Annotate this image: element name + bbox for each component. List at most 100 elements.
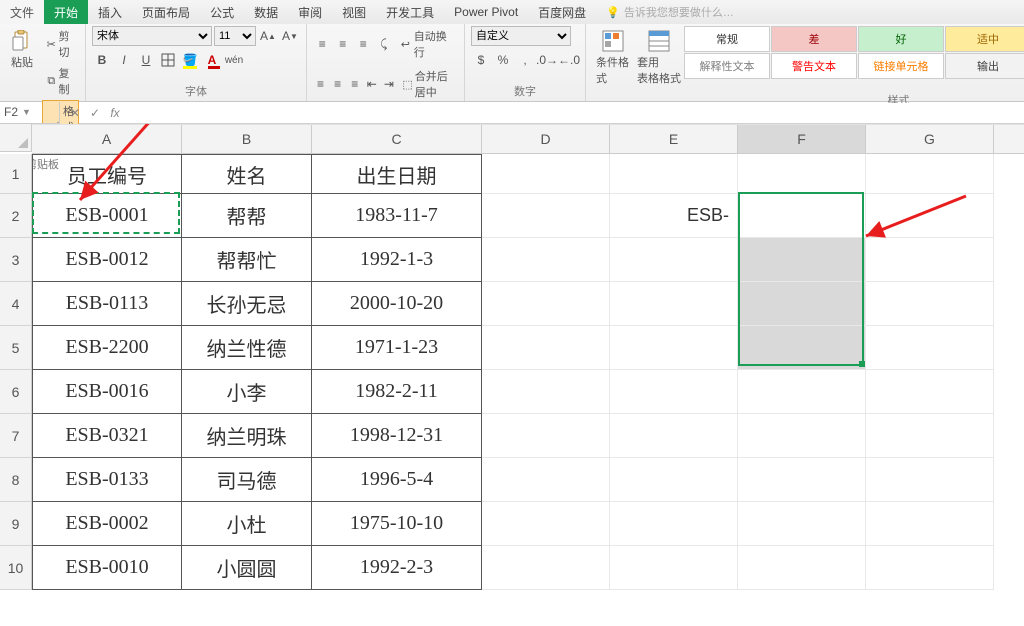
- cell-D9[interactable]: [482, 502, 610, 546]
- cell-E9[interactable]: [610, 502, 738, 546]
- cut-button[interactable]: ✂剪切: [42, 26, 79, 62]
- cell-F9[interactable]: [738, 502, 866, 546]
- number-format-select[interactable]: 自定义: [471, 26, 571, 46]
- cell-G5[interactable]: [866, 326, 994, 370]
- cell-C7[interactable]: 1998-12-31: [312, 414, 482, 458]
- cell-A2[interactable]: ESB-0001: [32, 194, 182, 238]
- row-header-6[interactable]: 6: [0, 370, 32, 414]
- tab-页面布局[interactable]: 页面布局: [132, 0, 200, 24]
- column-header-D[interactable]: D: [482, 125, 610, 153]
- cell-B3[interactable]: 帮帮忙: [182, 238, 312, 282]
- cell-F4[interactable]: [738, 282, 866, 326]
- cell-G3[interactable]: [866, 238, 994, 282]
- increase-font-button[interactable]: A▲: [258, 26, 278, 46]
- cell-G4[interactable]: [866, 282, 994, 326]
- cell-E7[interactable]: [610, 414, 738, 458]
- cell-styles-gallery[interactable]: 常规差好适中计算检查单元格解释性文本警告文本链接单元格输出: [684, 26, 1024, 79]
- orientation-button[interactable]: ⤹: [375, 34, 394, 54]
- inc-decimal-button[interactable]: .0→: [537, 50, 557, 70]
- cell-C2[interactable]: 1983-11-7: [312, 194, 482, 238]
- column-header-A[interactable]: A: [32, 125, 182, 153]
- column-header-E[interactable]: E: [610, 125, 738, 153]
- indent-dec-button[interactable]: ⇤: [364, 74, 379, 94]
- row-header-5[interactable]: 5: [0, 326, 32, 370]
- cell-F5[interactable]: [738, 326, 866, 370]
- cell-C9[interactable]: 1975-10-10: [312, 502, 482, 546]
- phonetic-button[interactable]: wén: [224, 50, 244, 70]
- name-box[interactable]: F2 ▼: [0, 102, 60, 124]
- row-header-1[interactable]: 1: [0, 154, 32, 194]
- tab-公式[interactable]: 公式: [200, 0, 244, 24]
- cell-E4[interactable]: [610, 282, 738, 326]
- cell-B2[interactable]: 帮帮: [182, 194, 312, 238]
- cell-G8[interactable]: [866, 458, 994, 502]
- cell-E2[interactable]: ESB-: [610, 194, 738, 238]
- font-size-select[interactable]: 11: [214, 26, 256, 46]
- cell-E10[interactable]: [610, 546, 738, 590]
- column-header-C[interactable]: C: [312, 125, 482, 153]
- cell-A6[interactable]: ESB-0016: [32, 370, 182, 414]
- cell-D2[interactable]: [482, 194, 610, 238]
- cell-E6[interactable]: [610, 370, 738, 414]
- style-cell[interactable]: 输出: [945, 53, 1024, 79]
- cell-F7[interactable]: [738, 414, 866, 458]
- style-cell[interactable]: 解释性文本: [684, 53, 770, 79]
- align-top-button[interactable]: ≡: [313, 34, 332, 54]
- bold-button[interactable]: B: [92, 50, 112, 70]
- cell-C10[interactable]: 1992-2-3: [312, 546, 482, 590]
- italic-button[interactable]: I: [114, 50, 134, 70]
- underline-button[interactable]: U: [136, 50, 156, 70]
- cell-F2[interactable]: [738, 194, 866, 238]
- row-header-2[interactable]: 2: [0, 194, 32, 238]
- cell-B1[interactable]: 姓名: [182, 154, 312, 194]
- tab-开始[interactable]: 开始: [44, 0, 88, 24]
- tell-me[interactable]: 💡 告诉我您想要做什么…: [596, 0, 744, 24]
- cell-B5[interactable]: 纳兰性德: [182, 326, 312, 370]
- cancel-formula-button[interactable]: ✕: [66, 106, 84, 120]
- copy-button[interactable]: ⧉复制: [42, 63, 79, 99]
- align-center-button[interactable]: ≡: [330, 74, 345, 94]
- cell-B4[interactable]: 长孙无忌: [182, 282, 312, 326]
- cell-F3[interactable]: [738, 238, 866, 282]
- cell-D7[interactable]: [482, 414, 610, 458]
- cell-D3[interactable]: [482, 238, 610, 282]
- row-header-4[interactable]: 4: [0, 282, 32, 326]
- formula-input[interactable]: [130, 103, 1024, 123]
- cell-E3[interactable]: [610, 238, 738, 282]
- cell-G1[interactable]: [866, 154, 994, 194]
- cell-C3[interactable]: 1992-1-3: [312, 238, 482, 282]
- cell-E1[interactable]: [610, 154, 738, 194]
- cell-C6[interactable]: 1982-2-11: [312, 370, 482, 414]
- row-header-10[interactable]: 10: [0, 546, 32, 590]
- style-cell[interactable]: 好: [858, 26, 944, 52]
- cell-A1[interactable]: 员工编号: [32, 154, 182, 194]
- tab-数据[interactable]: 数据: [244, 0, 288, 24]
- cell-G10[interactable]: [866, 546, 994, 590]
- font-color-button[interactable]: A: [202, 50, 222, 70]
- dec-decimal-button[interactable]: ←.0: [559, 50, 579, 70]
- cell-D1[interactable]: [482, 154, 610, 194]
- cell-F8[interactable]: [738, 458, 866, 502]
- cell-B9[interactable]: 小杜: [182, 502, 312, 546]
- cell-G7[interactable]: [866, 414, 994, 458]
- font-name-select[interactable]: 宋体: [92, 26, 212, 46]
- wrap-text-button[interactable]: ↩自动换行: [395, 26, 458, 62]
- indent-inc-button[interactable]: ⇥: [381, 74, 396, 94]
- column-headers[interactable]: ABCDEFG: [32, 124, 1024, 154]
- cell-A9[interactable]: ESB-0002: [32, 502, 182, 546]
- cell-C5[interactable]: 1971-1-23: [312, 326, 482, 370]
- cell-D8[interactable]: [482, 458, 610, 502]
- cell-C4[interactable]: 2000-10-20: [312, 282, 482, 326]
- style-cell[interactable]: 警告文本: [771, 53, 857, 79]
- row-header-7[interactable]: 7: [0, 414, 32, 458]
- align-bottom-button[interactable]: ≡: [354, 34, 373, 54]
- style-cell[interactable]: 适中: [945, 26, 1024, 52]
- accounting-button[interactable]: $: [471, 50, 491, 70]
- cell-B10[interactable]: 小圆圆: [182, 546, 312, 590]
- merge-center-button[interactable]: ⬚合并后居中: [398, 66, 458, 102]
- align-right-button[interactable]: ≡: [347, 74, 362, 94]
- cell-E8[interactable]: [610, 458, 738, 502]
- cell-E5[interactable]: [610, 326, 738, 370]
- cell-B6[interactable]: 小李: [182, 370, 312, 414]
- tab-插入[interactable]: 插入: [88, 0, 132, 24]
